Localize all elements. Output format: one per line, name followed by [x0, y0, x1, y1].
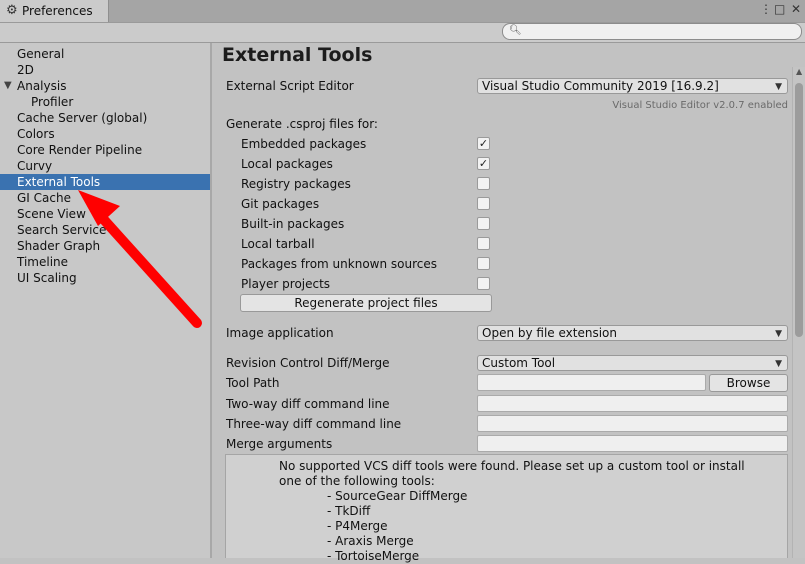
red-arrow-shaft	[92, 207, 202, 328]
red-arrow-head	[78, 190, 120, 226]
red-arrow-annotation	[78, 190, 202, 328]
